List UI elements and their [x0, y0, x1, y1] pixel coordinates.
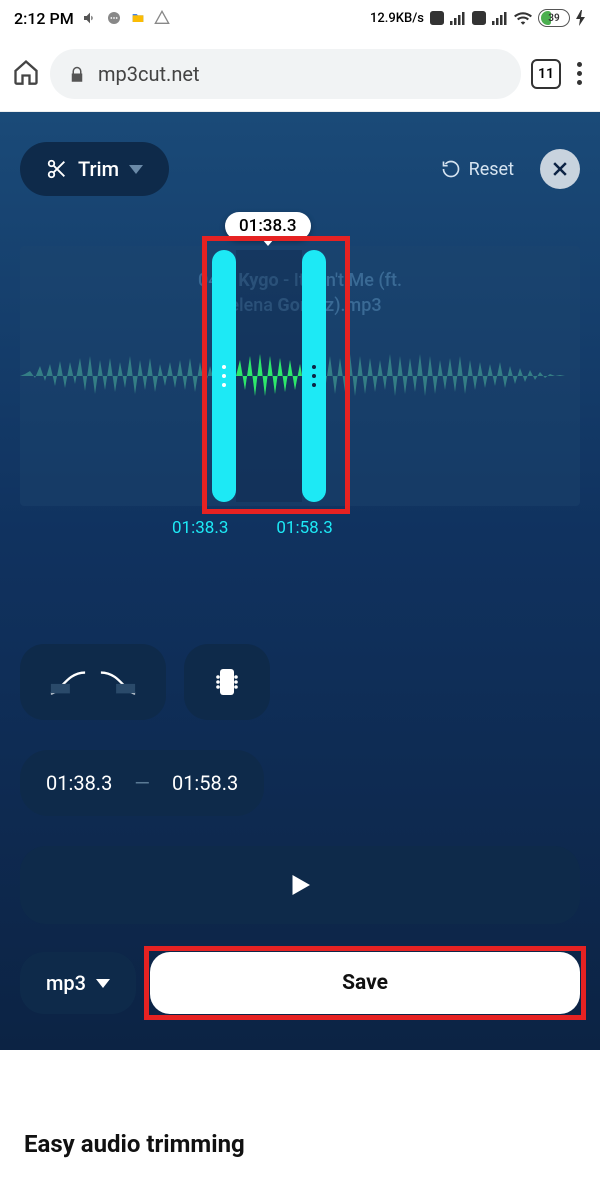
browser-menu-icon[interactable] — [571, 56, 588, 91]
trim-handle-end[interactable] — [302, 250, 326, 502]
save-label: Save — [342, 971, 388, 995]
page-content: Easy audio trimming — [0, 1050, 600, 1158]
play-button[interactable] — [20, 846, 580, 924]
play-icon — [285, 870, 315, 900]
fade-buttons[interactable] — [20, 644, 166, 720]
volume-icon — [82, 10, 98, 26]
battery-pct: 39 — [539, 13, 569, 24]
close-icon — [550, 159, 570, 179]
save-button[interactable]: Save — [150, 952, 580, 1014]
start-time: 01:38.3 — [46, 771, 112, 795]
status-time: 2:12 PM — [14, 9, 74, 28]
signal-icon-1 — [450, 11, 466, 25]
reset-label: Reset — [469, 159, 514, 180]
start-time-label: 01:38.3 — [172, 518, 228, 538]
position-tooltip: 01:38.3 — [225, 212, 311, 240]
time-range[interactable]: 01:38.3 — 01:58.3 — [20, 750, 264, 816]
browser-bar: mp3cut.net 11 — [0, 36, 600, 112]
status-bar: 2:12 PM 12.9KB/s 39 — [0, 0, 600, 36]
home-icon[interactable] — [12, 58, 40, 90]
waveform-editor[interactable]: 01:38.3 041. Kygo - It Ain't Me (ft. Sel… — [20, 246, 580, 576]
lock-icon — [68, 65, 86, 83]
fade-in-icon — [49, 668, 87, 696]
end-time-label: 01:58.3 — [276, 518, 332, 538]
tab-count[interactable]: 11 — [531, 59, 561, 89]
trim-label: Trim — [78, 157, 119, 181]
battery-icon: 39 — [538, 9, 570, 27]
chevron-down-icon — [129, 165, 143, 174]
trim-handle-start[interactable] — [212, 250, 236, 502]
time-dash: — — [134, 771, 150, 795]
url-text: mp3cut.net — [98, 62, 200, 86]
volte-icon-1 — [430, 11, 444, 25]
chat-icon — [106, 10, 122, 26]
waveform-panel[interactable]: 041. Kygo - It Ain't Me (ft. Selena Gome… — [20, 246, 580, 506]
end-time: 01:58.3 — [172, 771, 238, 795]
format-label: mp3 — [46, 971, 86, 995]
url-bar[interactable]: mp3cut.net — [50, 49, 521, 99]
scissors-icon — [46, 158, 68, 180]
trim-dropdown[interactable]: Trim — [20, 142, 169, 196]
waveform-selected — [236, 346, 302, 406]
volte-icon-2 — [472, 11, 486, 25]
fade-out-icon — [99, 668, 137, 696]
reset-button[interactable]: Reset — [441, 159, 514, 180]
section-heading: Easy audio trimming — [24, 1130, 576, 1158]
format-dropdown[interactable]: mp3 — [20, 952, 136, 1014]
app-body: Trim Reset 01:38.3 041. Kygo - It Ain't … — [0, 112, 600, 1050]
charging-icon — [576, 10, 586, 26]
close-button[interactable] — [540, 149, 580, 189]
undo-icon — [441, 159, 461, 179]
crop-icon — [212, 667, 242, 697]
crop-button[interactable] — [184, 644, 270, 720]
wifi-icon — [514, 11, 532, 25]
drive-icon — [154, 10, 170, 26]
chevron-down-icon — [96, 979, 110, 988]
files-icon — [130, 10, 146, 26]
net-speed: 12.9KB/s — [370, 11, 424, 26]
time-labels: 01:38.3 01:58.3 — [20, 518, 580, 538]
signal-icon-2 — [492, 11, 508, 25]
